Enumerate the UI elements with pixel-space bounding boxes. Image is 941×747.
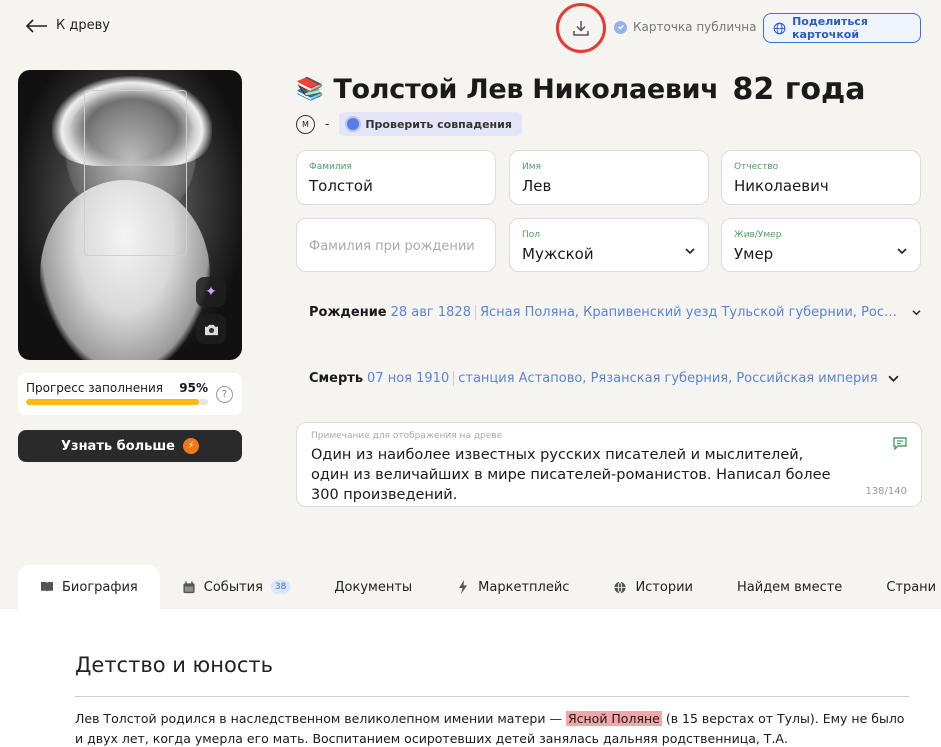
person-age: 82 года xyxy=(732,72,866,107)
tab-label: Истории xyxy=(635,579,693,595)
patronymic-value: Николаевич xyxy=(734,177,829,195)
tab-events[interactable]: События 38 xyxy=(160,565,313,609)
gender-row: М - Проверить совпадения xyxy=(296,112,522,136)
download-button[interactable] xyxy=(556,3,606,53)
share-card-button[interactable]: Поделиться карточкой xyxy=(763,13,921,43)
tab-pages[interactable]: Страни xyxy=(864,565,936,609)
tab-label: События xyxy=(203,579,263,595)
death-date: 07 ноя 1910 xyxy=(367,371,455,386)
calendar-icon xyxy=(183,580,195,593)
match-dot-icon xyxy=(347,118,360,130)
chevron-down-icon xyxy=(897,248,907,255)
biography-paragraph: Лев Толстой родился в наследственном вел… xyxy=(75,709,909,747)
public-label: Карточка публична xyxy=(633,20,757,34)
name-field[interactable]: Имя Лев xyxy=(509,150,709,205)
tab-label: Найдем вместе xyxy=(737,579,843,595)
surname-field[interactable]: Фамилия Толстой xyxy=(296,150,496,205)
tab-label: Биография xyxy=(62,579,138,595)
profile-photo: ✦ xyxy=(18,70,242,360)
camera-button[interactable] xyxy=(196,314,226,344)
face-detection-frame xyxy=(84,90,187,256)
name-label: Имя xyxy=(522,162,541,172)
biography-content: Детство и юность Лев Толстой родился в н… xyxy=(0,609,941,747)
fill-progress: Прогресс заполнения 95% ? xyxy=(18,373,242,415)
gender-dash: - xyxy=(325,117,330,131)
death-place: станция Астапово, Рязанская губерния, Ро… xyxy=(458,371,878,386)
chevron-down-icon[interactable] xyxy=(888,373,899,384)
book-icon xyxy=(41,582,53,592)
name-value: Лев xyxy=(522,177,552,195)
section-divider xyxy=(75,696,909,697)
tab-bar: Биография События 38 Документы Маркетпле… xyxy=(18,565,941,609)
birth-surname-field[interactable]: Фамилия при рождении xyxy=(296,218,496,272)
check-matches-label: Проверить совпадения xyxy=(365,117,512,131)
alive-label: Жив/Умер xyxy=(734,230,782,240)
birth-event[interactable]: Рождение 28 авг 1828 Ясная Поляна, Крапи… xyxy=(309,305,921,320)
birth-date: 28 авг 1828 xyxy=(391,305,476,320)
chevron-down-icon[interactable] xyxy=(912,307,921,318)
tab-label: Страни xyxy=(886,579,937,595)
arrow-left-icon xyxy=(26,18,47,33)
gender-symbol: М xyxy=(296,114,315,134)
lightning-coin-icon: ⚡ xyxy=(183,438,199,454)
tree-note-field[interactable]: Примечание для отображения на древе Один… xyxy=(296,422,922,507)
progress-label: Прогресс заполнения xyxy=(26,381,163,395)
bio-text-before: Лев Толстой родился в наследственном вел… xyxy=(75,711,566,726)
events-count-badge: 38 xyxy=(270,580,291,594)
tab-label: Документы xyxy=(334,579,413,595)
sex-select[interactable]: Пол Мужской xyxy=(509,218,709,272)
globe-icon xyxy=(773,22,786,34)
download-icon xyxy=(573,21,589,36)
camera-icon xyxy=(204,324,218,335)
birth-label: Рождение xyxy=(309,305,387,320)
surname-value: Толстой xyxy=(309,177,373,195)
note-text: Один из наиболее известных русских писат… xyxy=(311,447,831,503)
patronymic-field[interactable]: Отчество Николаевич xyxy=(721,150,921,205)
progress-percent: 95% xyxy=(179,381,208,395)
note-label: Примечание для отображения на древе xyxy=(311,431,503,441)
help-icon[interactable]: ? xyxy=(216,386,233,403)
sparkle-icon[interactable]: ✦ xyxy=(196,277,226,307)
chevron-down-icon xyxy=(685,248,695,255)
tab-stories[interactable]: Истории xyxy=(591,565,715,609)
share-label: Поделиться карточкой xyxy=(792,15,868,41)
section-heading: Детство и юность xyxy=(75,653,273,677)
surname-label: Фамилия xyxy=(309,162,352,172)
check-icon xyxy=(614,20,627,34)
birth-place: Ясная Поляна, Крапивенский уезд Тульской… xyxy=(479,305,902,320)
tab-label: Маркетплейс xyxy=(478,579,570,595)
tab-marketplace[interactable]: Маркетплейс xyxy=(434,565,591,609)
bio-highlight: Ясной Поляне xyxy=(565,711,662,726)
tab-biography[interactable]: Биография xyxy=(18,565,160,609)
patronymic-label: Отчество xyxy=(734,162,779,172)
books-icon: 📚 xyxy=(296,77,324,102)
person-full-name: Толстой Лев Николаевич xyxy=(333,74,719,105)
learn-more-label: Узнать больше xyxy=(61,438,175,454)
lightning-icon xyxy=(459,580,468,594)
alive-value: Умер xyxy=(734,245,774,263)
person-title: 📚 Толстой Лев Николаевич 82 года xyxy=(296,72,865,107)
tab-documents[interactable]: Документы xyxy=(312,565,434,609)
back-label: К древу xyxy=(56,18,110,33)
progress-bar xyxy=(26,399,208,405)
sex-value: Мужской xyxy=(522,245,594,263)
public-status: Карточка публична xyxy=(614,20,756,34)
globe-icon xyxy=(614,581,627,593)
birth-surname-placeholder: Фамилия при рождении xyxy=(309,239,475,254)
chat-icon[interactable] xyxy=(893,437,907,450)
sex-label: Пол xyxy=(522,230,541,240)
check-matches-button[interactable]: Проверить совпадения xyxy=(339,112,522,136)
back-to-tree-link[interactable]: К древу xyxy=(26,18,110,33)
note-counter: 138/140 xyxy=(865,486,907,497)
tab-find-together[interactable]: Найдем вместе xyxy=(715,565,864,609)
learn-more-button[interactable]: Узнать больше ⚡ xyxy=(18,430,242,462)
death-event[interactable]: Смерть 07 ноя 1910 станция Астапово, Ряз… xyxy=(309,371,899,386)
progress-fill xyxy=(26,399,199,405)
alive-select[interactable]: Жив/Умер Умер xyxy=(721,218,921,272)
death-label: Смерть xyxy=(309,371,364,386)
